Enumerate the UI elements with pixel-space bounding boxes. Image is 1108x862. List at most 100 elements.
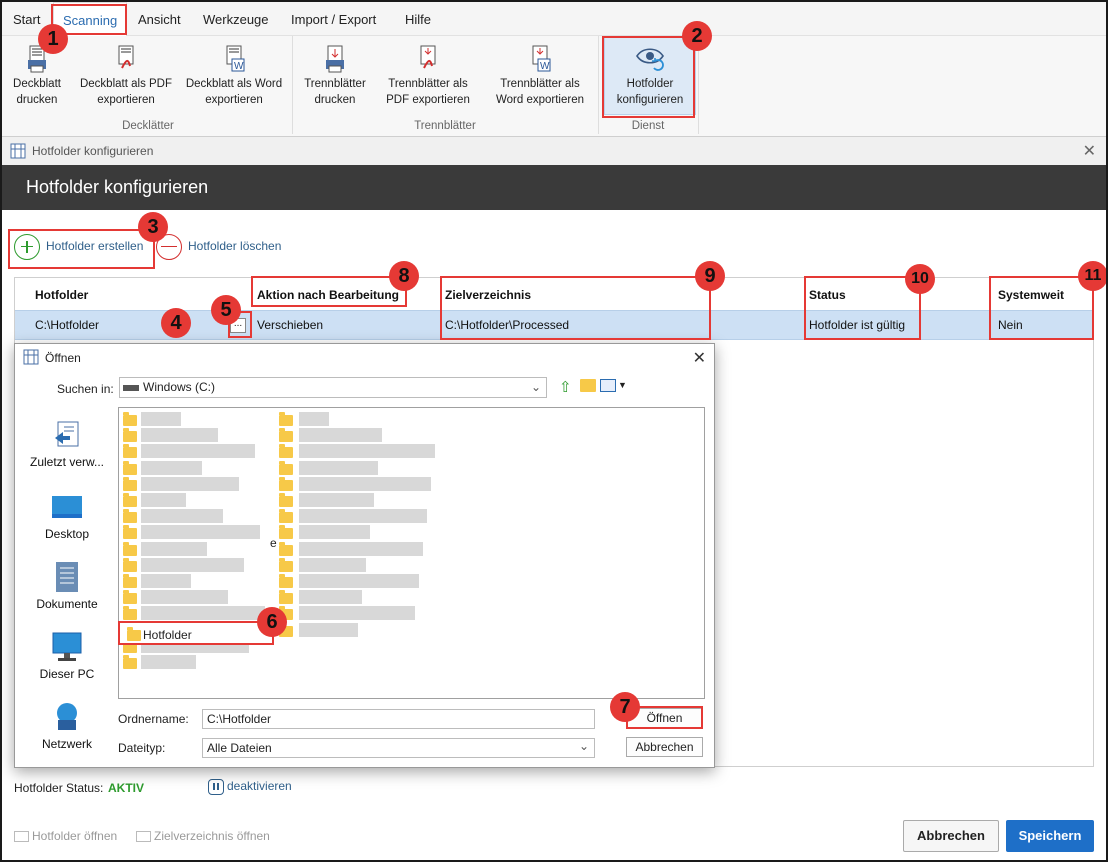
redacted-folder-name [141, 509, 223, 524]
status-value: AKTIV [108, 781, 144, 795]
ribbon-label: Trennblätter drucken [304, 78, 366, 106]
close-icon[interactable]: ✕ [1083, 141, 1096, 161]
folder-icon [279, 541, 293, 556]
menu-import-export[interactable]: Import / Export [282, 2, 385, 36]
group-separator [598, 36, 599, 134]
dialog-titlebar: Hotfolder konfigurieren ✕ [2, 137, 1106, 165]
ribbon-deckblatt-word[interactable]: W Deckblatt als Word exportieren [182, 44, 286, 108]
annotation-badge: 11 [1078, 261, 1108, 291]
open-target-button[interactable]: Zielverzeichnis öffnen [136, 829, 270, 843]
delete-hotfolder-button[interactable]: Hotfolder löschen [156, 233, 281, 260]
place-network[interactable]: Netzwerk [15, 700, 119, 751]
annotation-badge: 10 [905, 264, 935, 294]
redacted-folder-name [299, 428, 382, 443]
open-hotfolder-button[interactable]: Hotfolder öffnen [14, 829, 117, 843]
redacted-folder-name [141, 525, 260, 540]
annotation-badge: 5 [211, 295, 241, 325]
folder-icon [14, 831, 29, 843]
close-icon[interactable]: ✕ [693, 348, 706, 368]
redacted-folder-name [141, 493, 186, 507]
place-label: Zuletzt verw... [29, 455, 105, 469]
desktop-icon [52, 496, 82, 518]
redacted-folder-name [299, 444, 435, 459]
cell-action[interactable]: Verschieben [257, 311, 323, 339]
folder-icon [123, 476, 137, 491]
folder-icon [279, 444, 293, 459]
ribbon-label: Trennblätter als PDF exportieren [386, 78, 470, 106]
redacted-folder-name [141, 606, 265, 621]
redacted-folder-name [299, 622, 358, 637]
network-icon [57, 703, 77, 730]
redacted-folder-name [141, 476, 239, 491]
new-folder-icon[interactable] [580, 379, 596, 392]
open-hotfolder-label: Hotfolder öffnen [32, 829, 118, 843]
redacted-folder-name [299, 493, 374, 507]
cell-hotfolder: C:\Hotfolder [35, 318, 100, 332]
redacted-folder-name [141, 541, 207, 556]
up-folder-icon[interactable]: ⇧ [559, 378, 572, 396]
folder-icon [279, 509, 293, 524]
menu-werkzeuge[interactable]: Werkzeuge [194, 2, 278, 36]
open-dialog-titlebar: Öffnen ✕ [15, 344, 714, 372]
view-menu-icon[interactable] [600, 379, 616, 392]
place-this-pc[interactable]: Dieser PC [15, 630, 119, 681]
deactivate-button[interactable]: deaktivieren [208, 779, 292, 795]
ribbon-label: Trennblätter als Word exportieren [496, 78, 584, 106]
place-label: Desktop [44, 527, 90, 541]
pdf-export-icon [118, 45, 134, 69]
ribbon-deckblatt-drucken[interactable]: Deckblatt drucken [6, 44, 68, 108]
look-in-label: Suchen in: [57, 382, 114, 396]
file-type-select[interactable]: Alle Dateien ⌄ [202, 738, 595, 758]
open-cancel-button[interactable]: Abbrechen [626, 737, 703, 757]
folder-icon [123, 525, 137, 540]
dialog-header: Hotfolder konfigurieren [2, 165, 1106, 210]
highlight-create [8, 229, 155, 269]
folder-icon [123, 428, 137, 443]
word-export-icon: W [226, 45, 245, 72]
menu-bar: Start Scanning Ansicht Werkzeuge Import … [2, 2, 1106, 36]
print-separator-icon [326, 45, 344, 73]
annotation-badge: 4 [161, 308, 191, 338]
ribbon-trennblaetter-pdf[interactable]: Trennblätter als PDF exportieren [380, 44, 476, 108]
annotation-badge: 1 [38, 24, 68, 54]
ribbon-trennblaetter-drucken[interactable]: Trennblätter drucken [298, 44, 372, 108]
folder-icon [279, 428, 293, 443]
folder-list[interactable]: Hotfolder e [118, 407, 705, 699]
highlight-systemwide [989, 276, 1094, 340]
place-documents[interactable]: Dokumente [15, 560, 119, 611]
svg-text:W: W [234, 61, 244, 72]
app-icon [23, 349, 39, 365]
ribbon-deckblatt-pdf[interactable]: Deckblatt als PDF exportieren [76, 44, 176, 108]
folder-icon [123, 655, 137, 669]
cancel-button[interactable]: Abbrechen [903, 820, 999, 852]
deactivate-label: deaktivieren [227, 779, 292, 794]
place-desktop[interactable]: Desktop [15, 490, 119, 541]
ribbon: Deckblatt drucken Deckblatt als PDF expo… [2, 36, 1106, 136]
save-button[interactable]: Speichern [1006, 820, 1094, 852]
place-recent[interactable]: Zuletzt verw... [15, 418, 119, 469]
column-header-hotfolder[interactable]: Hotfolder [35, 278, 88, 310]
folder-name-input[interactable]: C:\Hotfolder [202, 709, 595, 729]
annotation-badge: 8 [389, 261, 419, 291]
documents-icon [56, 562, 78, 592]
folder-icon [123, 444, 137, 459]
folder-icon [279, 460, 293, 475]
folder-icon [123, 574, 137, 588]
highlight-action [251, 276, 407, 307]
folder-icon [123, 509, 137, 524]
pdf-separator-icon [420, 45, 436, 69]
folder-icon [279, 557, 293, 572]
place-label: Dieser PC [39, 667, 95, 681]
folder-name-label: Ordnername: [118, 712, 189, 726]
ribbon-trennblaetter-word[interactable]: W Trennblätter als Word exportieren [488, 44, 592, 108]
folder-icon [123, 412, 137, 426]
annotation-badge: 2 [682, 21, 712, 51]
chevron-down-icon: ⌄ [530, 380, 541, 394]
highlight-hotfolder-folder [118, 621, 274, 645]
annotation-badge: 3 [138, 212, 168, 242]
look-in-select[interactable]: Windows (C:) ⌄ [119, 377, 547, 398]
ribbon-label: Deckblatt als PDF exportieren [79, 78, 173, 106]
menu-ansicht[interactable]: Ansicht [129, 2, 190, 36]
menu-hilfe[interactable]: Hilfe [396, 2, 440, 36]
redacted-folder-name [141, 557, 244, 572]
